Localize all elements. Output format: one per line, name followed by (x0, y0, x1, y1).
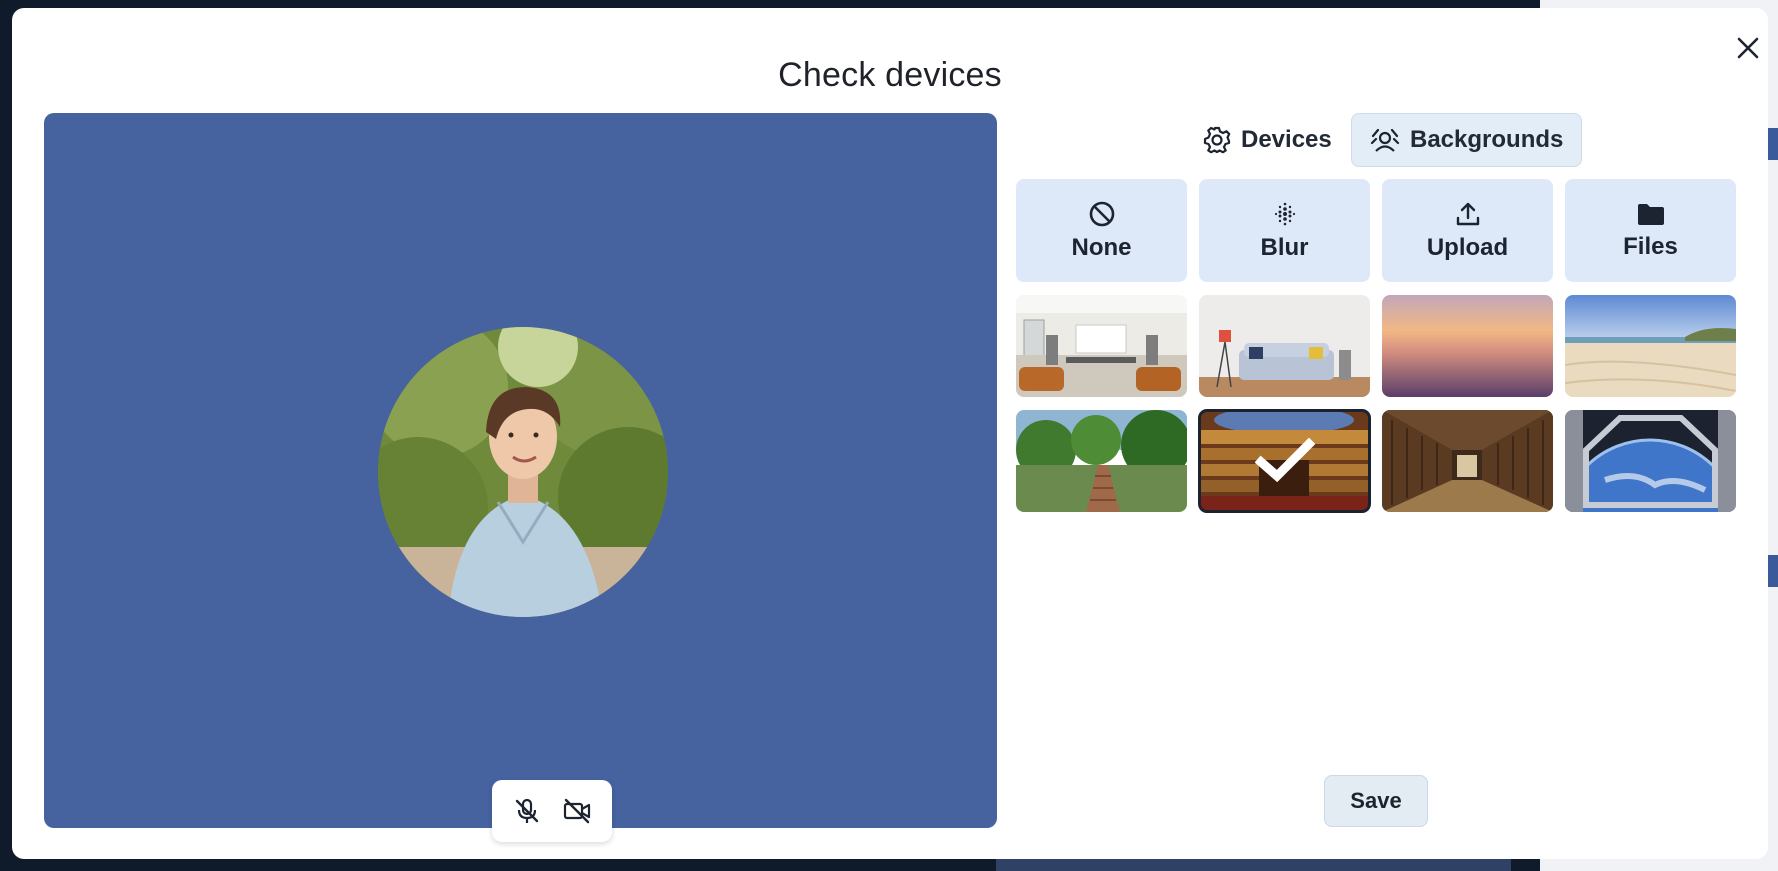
check-devices-modal: Check devices Devices Backgrounds None B… (12, 8, 1768, 859)
tab-devices[interactable]: Devices (1185, 113, 1350, 167)
background-option-none[interactable]: None (1016, 179, 1187, 282)
camera-preview (44, 113, 997, 842)
option-label: None (1071, 233, 1132, 261)
background-option-upload[interactable]: Upload (1382, 179, 1553, 282)
background-thumbnail-sofa-room[interactable] (1199, 295, 1370, 397)
camera-off-icon (563, 798, 591, 824)
background-person-icon (1370, 128, 1400, 152)
option-label: Files (1623, 232, 1678, 260)
close-icon (1737, 37, 1759, 59)
background-thumbnail-opera-theater[interactable] (1198, 409, 1371, 513)
tab-backgrounds-label: Backgrounds (1410, 126, 1564, 153)
no-entry-icon (1089, 201, 1114, 226)
microphone-off-icon (515, 798, 539, 823)
save-button[interactable]: Save (1324, 775, 1428, 827)
upload-icon (1456, 202, 1479, 225)
background-option-blur[interactable]: Blur (1199, 179, 1370, 282)
option-label: Upload (1426, 233, 1509, 261)
checkmark-icon (1254, 438, 1315, 483)
modal-title: Check devices (778, 56, 1002, 94)
close-button[interactable] (1730, 30, 1766, 66)
background-thumbnail-beach[interactable] (1565, 295, 1736, 397)
avatar (378, 327, 668, 617)
gear-icon (1203, 126, 1231, 154)
microphone-toggle[interactable] (507, 791, 547, 831)
blur-dots-icon (1274, 202, 1295, 225)
folder-icon (1637, 203, 1664, 225)
media-controls (492, 780, 612, 842)
background-thumbnail-office[interactable] (1016, 295, 1187, 397)
background-thumbnail-space-station[interactable] (1565, 410, 1736, 512)
background-thumbnail-sunset-gradient[interactable] (1382, 295, 1553, 397)
background-option-files[interactable]: Files (1565, 179, 1736, 282)
selected-check (1199, 410, 1370, 512)
tab-backgrounds[interactable]: Backgrounds (1351, 113, 1583, 167)
camera-toggle[interactable] (557, 791, 597, 831)
background-thumbnail-jungle-bridge[interactable] (1016, 410, 1187, 512)
tab-devices-label: Devices (1241, 126, 1332, 153)
background-thumbnail-library[interactable] (1382, 410, 1553, 512)
option-label: Blur (1260, 233, 1309, 261)
